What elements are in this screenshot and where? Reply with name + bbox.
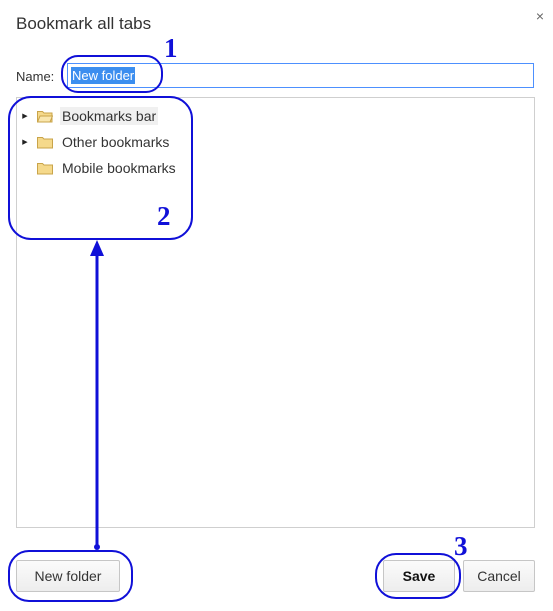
tree-item-label: Mobile bookmarks: [62, 160, 176, 176]
folder-icon: [37, 136, 53, 149]
cancel-button[interactable]: Cancel: [463, 560, 535, 592]
close-icon[interactable]: ×: [536, 8, 544, 24]
annotation-step-3: 3: [454, 531, 468, 561]
tree-item-label: Bookmarks bar: [60, 107, 159, 125]
name-label: Name:: [16, 69, 55, 84]
dialog-title: Bookmark all tabs: [16, 14, 152, 33]
annotation-step-1: 1: [164, 33, 178, 63]
expand-arrow-icon[interactable]: ▶: [19, 138, 31, 146]
bookmark-all-tabs-dialog: Bookmark all tabs × Name: New folder ▶ B…: [0, 0, 553, 611]
folder-open-icon: [37, 110, 53, 123]
name-input-value: New folder: [71, 67, 136, 84]
annotation-arrow-origin: [94, 544, 100, 550]
tree-item-other-bookmarks[interactable]: ▶ Other bookmarks: [17, 131, 169, 153]
tree-item-label: Other bookmarks: [62, 134, 170, 150]
expand-arrow-icon[interactable]: ▶: [19, 112, 31, 120]
folder-tree[interactable]: ▶ Bookmarks bar ▶ Other bookmarks Mobile…: [16, 97, 535, 528]
annotation-step-2: 2: [157, 201, 171, 231]
name-input[interactable]: New folder: [67, 63, 534, 88]
tree-item-bookmarks-bar[interactable]: ▶ Bookmarks bar: [17, 105, 159, 127]
tree-item-mobile-bookmarks[interactable]: Mobile bookmarks: [17, 157, 176, 179]
new-folder-button[interactable]: New folder: [16, 560, 120, 592]
folder-icon: [37, 162, 53, 175]
save-button[interactable]: Save: [383, 560, 455, 592]
